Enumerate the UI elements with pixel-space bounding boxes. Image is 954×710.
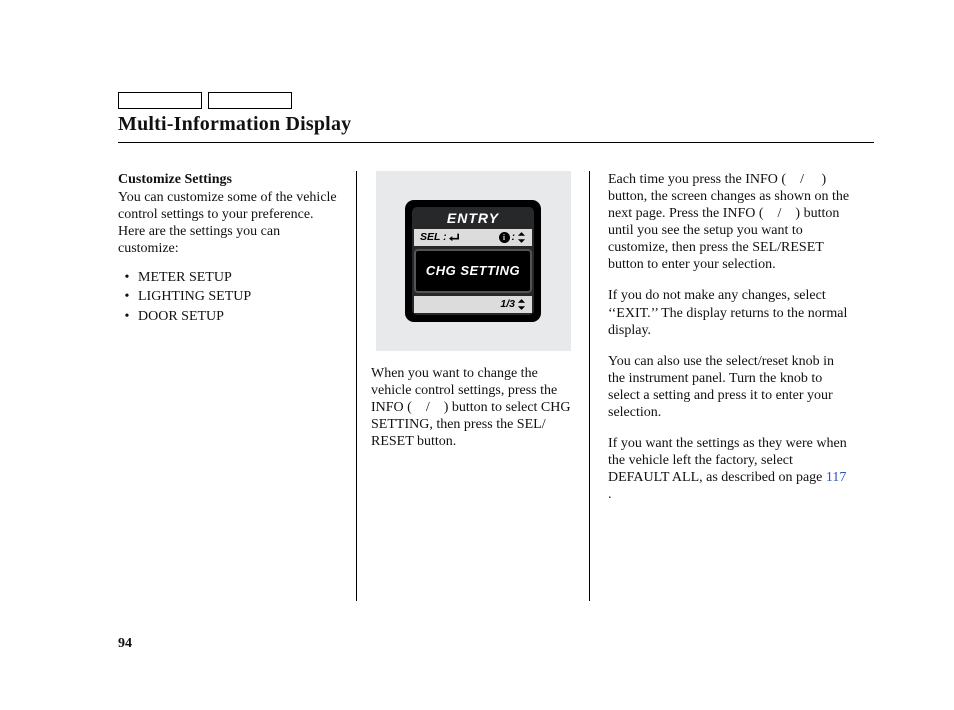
col3-paragraph-2: If you do not make any changes, select ‘… xyxy=(608,287,850,338)
sel-group: SEL : xyxy=(420,231,459,244)
enter-arrow-icon xyxy=(449,232,459,242)
settings-bullet-list: METER SETUP LIGHTING SETUP DOOR SETUP xyxy=(122,269,338,324)
bullet-icon xyxy=(122,288,132,305)
top-placeholder-boxes xyxy=(118,92,874,109)
column-2: ENTRY SEL : i : CHG xyxy=(357,171,589,601)
info-group: i : xyxy=(499,231,527,244)
col3-paragraph-4: If you want the settings as they were wh… xyxy=(608,435,850,503)
device-illustration: ENTRY SEL : i : CHG xyxy=(376,171,571,351)
lcd-device: ENTRY SEL : i : CHG xyxy=(405,200,541,322)
placeholder-box-2 xyxy=(208,92,292,109)
page-number: 94 xyxy=(118,636,132,652)
bullet-label: DOOR SETUP xyxy=(138,308,224,325)
page-indicator-group: 1/3 xyxy=(500,298,526,311)
page-title: Multi-Information Display xyxy=(118,113,874,143)
col2-paragraph-1: When you want to change the vehicle cont… xyxy=(371,365,575,450)
lcd-inner: ENTRY SEL : i : CHG xyxy=(412,207,534,315)
list-item: METER SETUP xyxy=(122,269,338,286)
bullet-label: LIGHTING SETUP xyxy=(138,288,251,305)
bullet-icon xyxy=(122,308,132,325)
customize-settings-intro: You can customize some of the vehicle co… xyxy=(118,189,338,257)
lcd-body-label: CHG SETTING xyxy=(414,249,532,293)
bullet-icon xyxy=(122,269,132,286)
page-indicator: 1/3 xyxy=(500,298,515,311)
up-down-icon xyxy=(517,232,526,243)
customize-settings-heading: Customize Settings xyxy=(118,171,338,188)
info-colon: : xyxy=(512,231,516,244)
list-item: DOOR SETUP xyxy=(122,308,338,325)
info-icon: i xyxy=(499,232,510,243)
column-3: Each time you press the INFO ( / ) butto… xyxy=(590,171,850,601)
para4-post: . xyxy=(608,487,612,502)
lcd-entry-label: ENTRY xyxy=(414,209,532,229)
col3-paragraph-3: You can also use the select/reset knob i… xyxy=(608,353,850,421)
col3-paragraph-1: Each time you press the INFO ( / ) butto… xyxy=(608,171,850,273)
para4-pre: If you want the settings as they were wh… xyxy=(608,436,847,485)
content-columns: Customize Settings You can customize som… xyxy=(118,171,874,601)
lcd-footer-row: 1/3 xyxy=(414,296,532,313)
placeholder-box-1 xyxy=(118,92,202,109)
page-link-117[interactable]: 117 xyxy=(826,470,846,485)
list-item: LIGHTING SETUP xyxy=(122,288,338,305)
up-down-icon xyxy=(517,299,526,310)
manual-page: Multi-Information Display Customize Sett… xyxy=(0,0,954,710)
lcd-sel-info-row: SEL : i : xyxy=(414,229,532,246)
bullet-label: METER SETUP xyxy=(138,269,232,286)
sel-label: SEL : xyxy=(420,231,447,244)
column-1: Customize Settings You can customize som… xyxy=(118,171,356,601)
